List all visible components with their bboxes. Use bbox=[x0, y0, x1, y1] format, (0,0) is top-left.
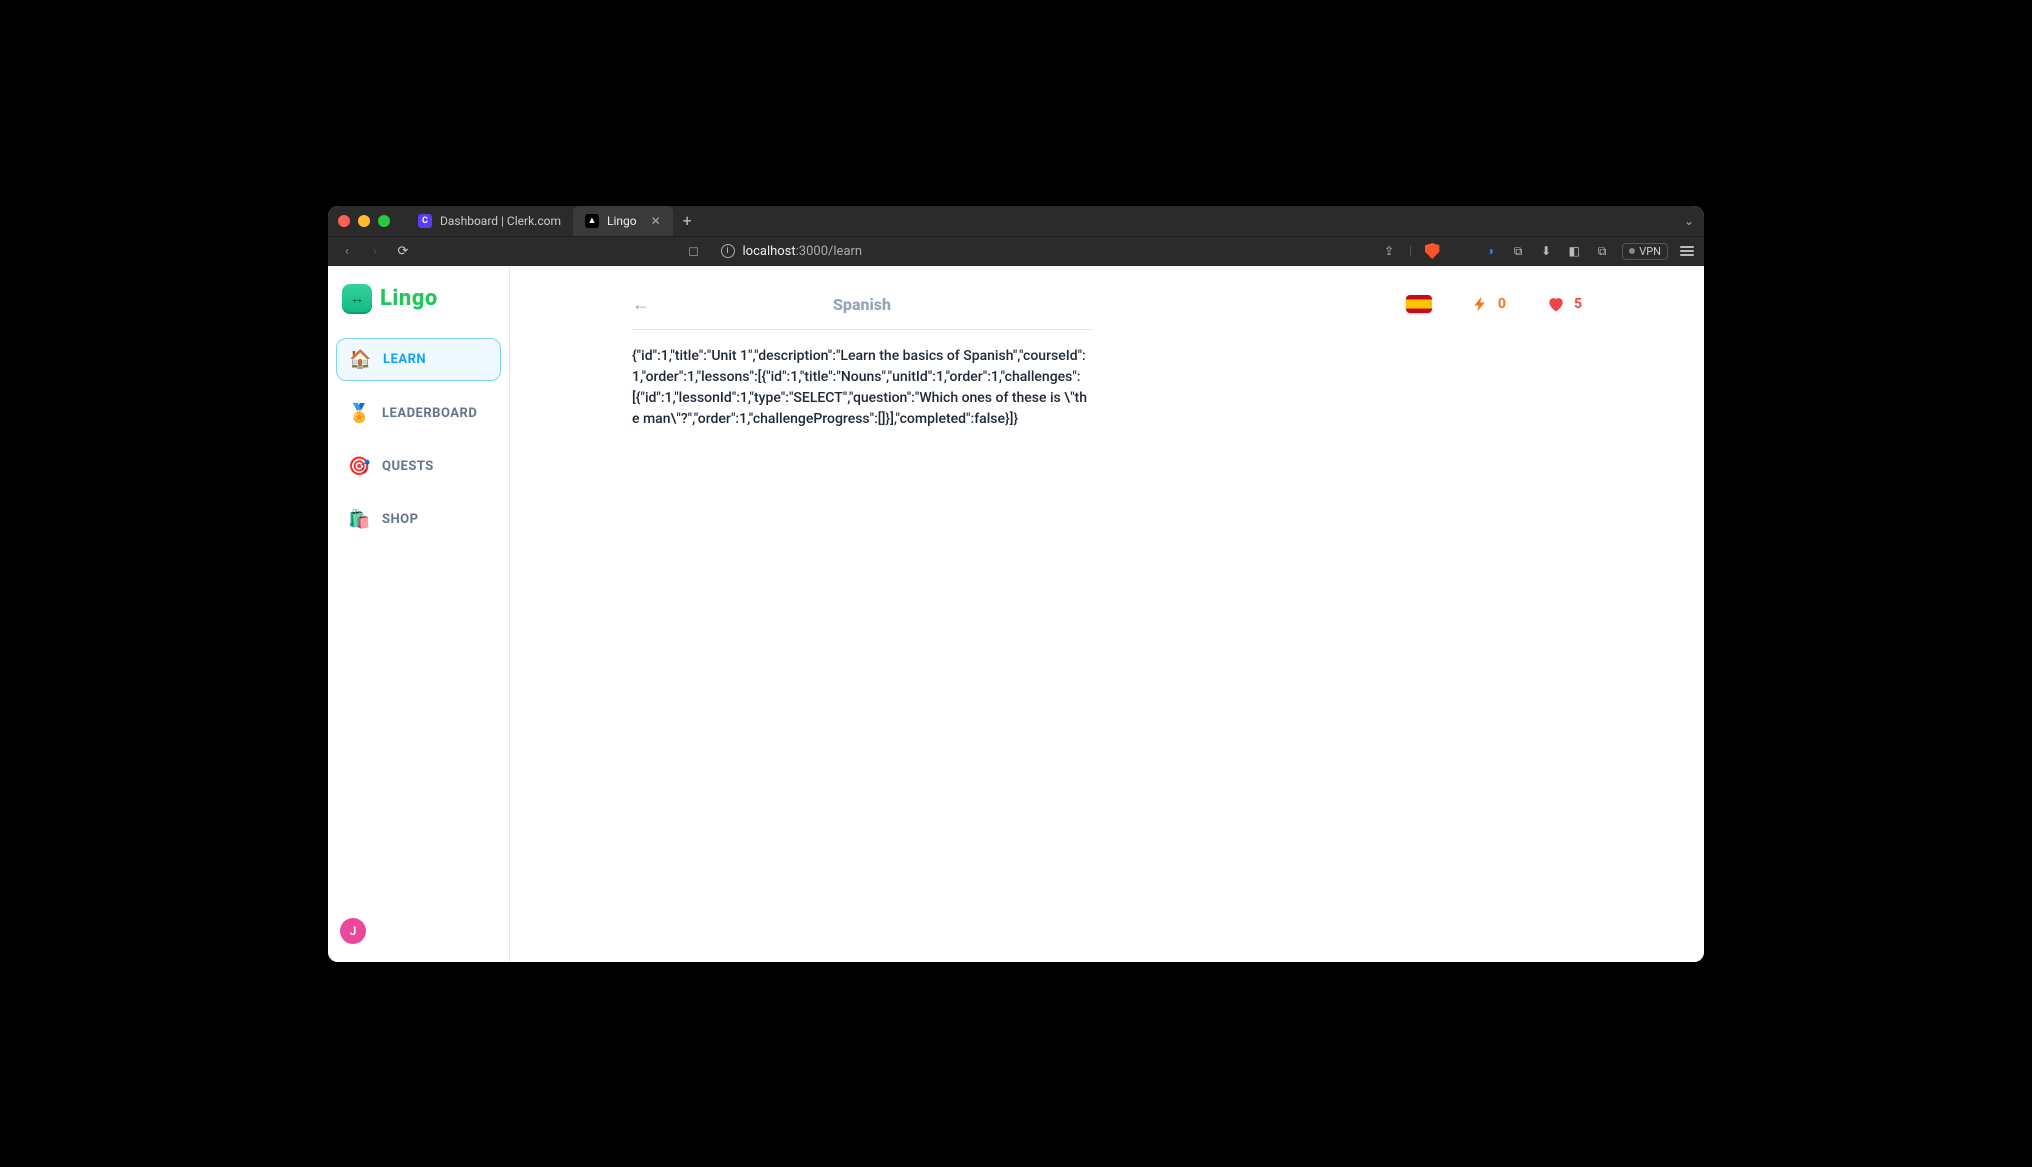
sidebar-item-label: LEARN bbox=[383, 352, 426, 367]
points-value: 0 bbox=[1498, 296, 1506, 312]
sidebar-item-label: SHOP bbox=[382, 512, 419, 527]
course-flag-button[interactable] bbox=[1406, 295, 1432, 313]
window-close-button[interactable] bbox=[338, 215, 350, 227]
tab-title: Dashboard | Clerk.com bbox=[440, 214, 561, 228]
toolbar: ‹ › ⟳ ◻ i localhost:3000/learn ⇪ | ◑ ⧉ ⬇… bbox=[328, 236, 1704, 266]
window-maximize-button[interactable] bbox=[378, 215, 390, 227]
sidebar-item-label: LEADERBOARD bbox=[382, 406, 477, 421]
favicon-lingo: ▲ bbox=[585, 214, 599, 228]
sidebar-item-quests[interactable]: 🎯 QUESTS bbox=[336, 446, 501, 487]
hearts-button[interactable]: 5 bbox=[1546, 294, 1582, 314]
flag-es-icon bbox=[1406, 295, 1432, 313]
tab-title: Lingo bbox=[607, 214, 637, 228]
nav-forward-button[interactable]: › bbox=[366, 244, 384, 259]
user-stats: 0 5 bbox=[1366, 284, 1582, 314]
tab-clerk[interactable]: C Dashboard | Clerk.com bbox=[406, 206, 573, 236]
browser-window: C Dashboard | Clerk.com ▲ Lingo ✕ + ⌄ ‹ … bbox=[328, 206, 1704, 962]
sidebar-item-shop[interactable]: 🛍️ SHOP bbox=[336, 499, 501, 540]
nav-back-button[interactable]: ‹ bbox=[338, 244, 356, 259]
vpn-status-dot bbox=[1629, 248, 1635, 254]
url-port: :3000 bbox=[796, 244, 828, 259]
back-arrow-icon[interactable]: ← bbox=[632, 294, 656, 315]
new-tab-button[interactable]: + bbox=[673, 206, 702, 236]
vpn-button[interactable]: VPN bbox=[1622, 243, 1668, 260]
sidebar-item-learn[interactable]: 🏠 LEARN bbox=[336, 338, 501, 381]
tab-strip: C Dashboard | Clerk.com ▲ Lingo ✕ + bbox=[406, 206, 702, 236]
home-icon: 🏠 bbox=[349, 349, 371, 370]
titlebar: C Dashboard | Clerk.com ▲ Lingo ✕ + ⌄ bbox=[328, 206, 1704, 236]
logo-text: Lingo bbox=[380, 286, 438, 311]
medal-icon: 🏅 bbox=[348, 403, 370, 424]
app-root: ↔ Lingo 🏠 LEARN 🏅 LEADERBOARD 🎯 QUESTS 🛍… bbox=[328, 266, 1704, 962]
tab-close-icon[interactable]: ✕ bbox=[651, 214, 661, 228]
course-title: Spanish bbox=[656, 295, 1068, 314]
toolbar-right: ⇪ | ◑ ⧉ ⬇ ◧ ⧉ VPN bbox=[1381, 243, 1694, 260]
feed: ← Spanish {"id":1,"title":"Unit 1","desc… bbox=[632, 284, 1092, 430]
url-host: localhost bbox=[743, 244, 796, 259]
menu-button[interactable] bbox=[1680, 246, 1694, 256]
address-bar[interactable]: ◻ i localhost:3000/learn bbox=[422, 244, 1371, 259]
tab-overflow-button[interactable]: ⌄ bbox=[1684, 214, 1694, 228]
pip-icon[interactable]: ⧉ bbox=[1594, 243, 1610, 259]
nav-reload-button[interactable]: ⟳ bbox=[394, 244, 412, 259]
downloads-icon[interactable]: ⬇ bbox=[1538, 243, 1554, 259]
logo[interactable]: ↔ Lingo bbox=[336, 280, 501, 326]
rewards-icon[interactable]: ◑ bbox=[1482, 243, 1498, 259]
unit-json-dump: {"id":1,"title":"Unit 1","description":"… bbox=[632, 330, 1092, 430]
extensions-icon[interactable]: ⧉ bbox=[1510, 243, 1526, 259]
brave-shield-icon[interactable] bbox=[1424, 243, 1440, 259]
url-path: /learn bbox=[828, 244, 862, 259]
site-info-icon[interactable]: i bbox=[721, 244, 735, 258]
feed-header: ← Spanish bbox=[632, 284, 1092, 330]
main-content: ← Spanish {"id":1,"title":"Unit 1","desc… bbox=[510, 266, 1704, 962]
user-avatar[interactable]: J bbox=[340, 918, 366, 944]
window-minimize-button[interactable] bbox=[358, 215, 370, 227]
shop-icon: 🛍️ bbox=[348, 509, 370, 530]
bolt-icon bbox=[1472, 295, 1490, 313]
heart-icon bbox=[1546, 294, 1566, 314]
bookmark-icon[interactable]: ◻ bbox=[687, 244, 701, 259]
hearts-value: 5 bbox=[1574, 296, 1582, 312]
sidebar-item-leaderboard[interactable]: 🏅 LEADERBOARD bbox=[336, 393, 501, 434]
tab-lingo[interactable]: ▲ Lingo ✕ bbox=[573, 206, 673, 236]
sidebar-item-label: QUESTS bbox=[382, 459, 434, 474]
share-icon[interactable]: ⇪ bbox=[1381, 243, 1397, 259]
sidebar: ↔ Lingo 🏠 LEARN 🏅 LEADERBOARD 🎯 QUESTS 🛍… bbox=[328, 266, 510, 962]
window-controls bbox=[338, 215, 390, 227]
vpn-label: VPN bbox=[1639, 245, 1661, 258]
sidebar-toggle-icon[interactable]: ◧ bbox=[1566, 243, 1582, 259]
favicon-clerk: C bbox=[418, 214, 432, 228]
points-button[interactable]: 0 bbox=[1472, 295, 1506, 313]
logo-icon: ↔ bbox=[342, 284, 372, 314]
target-icon: 🎯 bbox=[348, 456, 370, 477]
